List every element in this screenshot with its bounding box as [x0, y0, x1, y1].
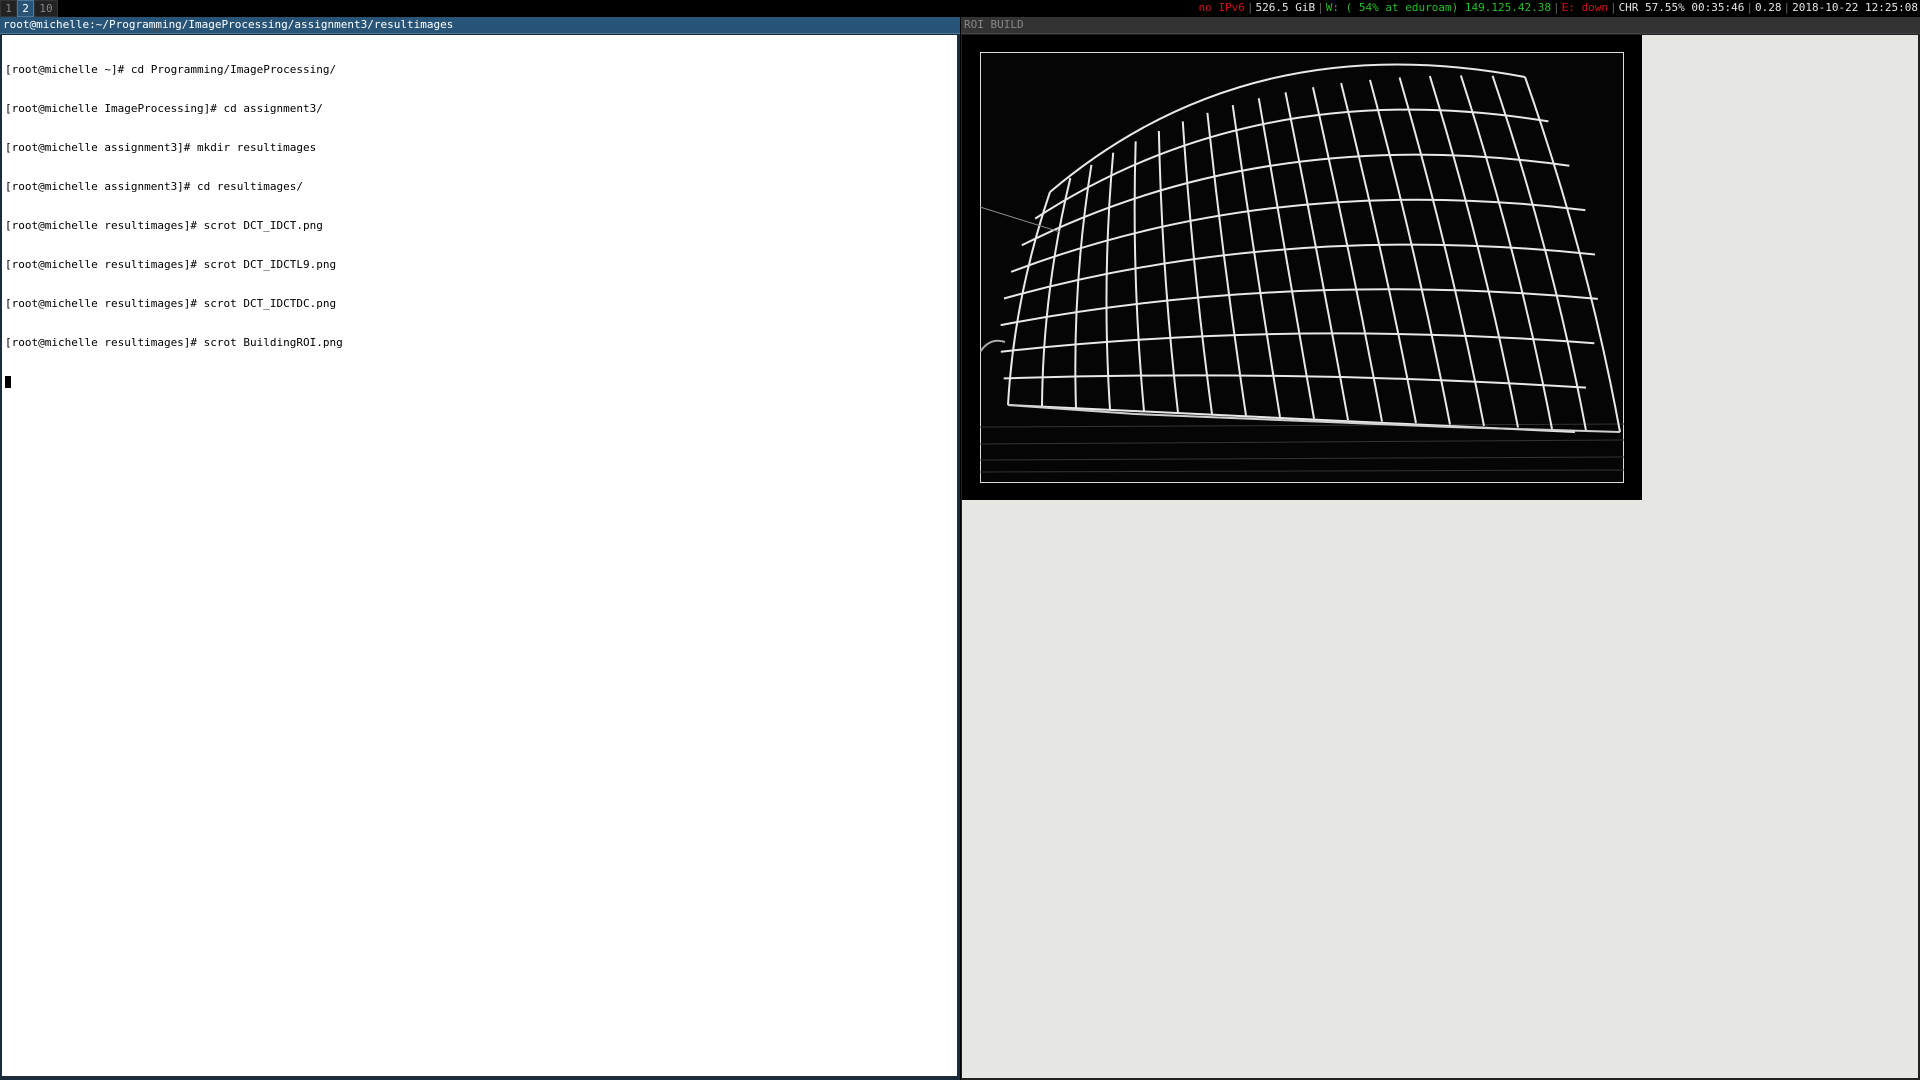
- terminal-prompt-line[interactable]: [5, 375, 954, 388]
- ipv6-status: no IPv6: [1198, 1, 1245, 14]
- ethernet-status: E: down: [1561, 1, 1608, 14]
- edge-detected-building-image: [980, 52, 1624, 483]
- status-line: no IPv6 | 526.5 GiB | W: ( 54% at eduroam) 1…: [1198, 1, 1918, 14]
- wifi-status: ( 54% at eduroam): [1345, 1, 1459, 14]
- terminal-window[interactable]: root@michelle:~/Programming/ImageProcess…: [0, 17, 960, 1080]
- workspace-button-2[interactable]: 2: [17, 0, 34, 17]
- load-average: 0.28: [1755, 1, 1782, 14]
- terminal-output[interactable]: [root@michelle ~]# cd Programming/ImageP…: [2, 35, 957, 1076]
- image-window-title[interactable]: ROI BUILD: [961, 17, 1920, 34]
- terminal-line: [root@michelle assignment3]# cd resultim…: [5, 180, 304, 193]
- terminal-window-title[interactable]: root@michelle:~/Programming/ImageProcess…: [0, 17, 960, 34]
- date-time: 2018-10-22 12:25:08: [1792, 1, 1918, 14]
- image-viewer-window[interactable]: ROI BUILD: [961, 17, 1920, 1080]
- terminal-line: [root@michelle ImageProcessing]# cd assi…: [5, 102, 323, 115]
- terminal-line: [root@michelle resultimages]# scrot DCT_…: [5, 258, 337, 271]
- battery-status: CHR 57.55% 00:35:46: [1618, 1, 1745, 14]
- top-bar: 1 2 10 no IPv6 | 526.5 GiB | W: ( 54% at edu…: [0, 0, 1920, 17]
- image-viewer-canvas[interactable]: [962, 35, 1918, 1078]
- wifi-label: W:: [1325, 1, 1340, 14]
- image-frame: [962, 35, 1642, 500]
- terminal-line: [root@michelle assignment3]# mkdir resul…: [5, 141, 317, 154]
- terminal-line: [root@michelle ~]# cd Programming/ImageP…: [5, 63, 337, 76]
- disk-status: 526.5 GiB: [1255, 1, 1316, 14]
- ip-address: 149.125.42.38: [1464, 1, 1551, 14]
- terminal-line: [root@michelle resultimages]# scrot Buil…: [5, 336, 343, 349]
- terminal-line: [root@michelle resultimages]# scrot DCT_…: [5, 219, 323, 232]
- terminal-line: [root@michelle resultimages]# scrot DCT_…: [5, 297, 337, 310]
- workspace-button-10[interactable]: 10: [34, 0, 58, 17]
- workspace-button-1[interactable]: 1: [0, 0, 17, 17]
- text-cursor: [5, 376, 11, 388]
